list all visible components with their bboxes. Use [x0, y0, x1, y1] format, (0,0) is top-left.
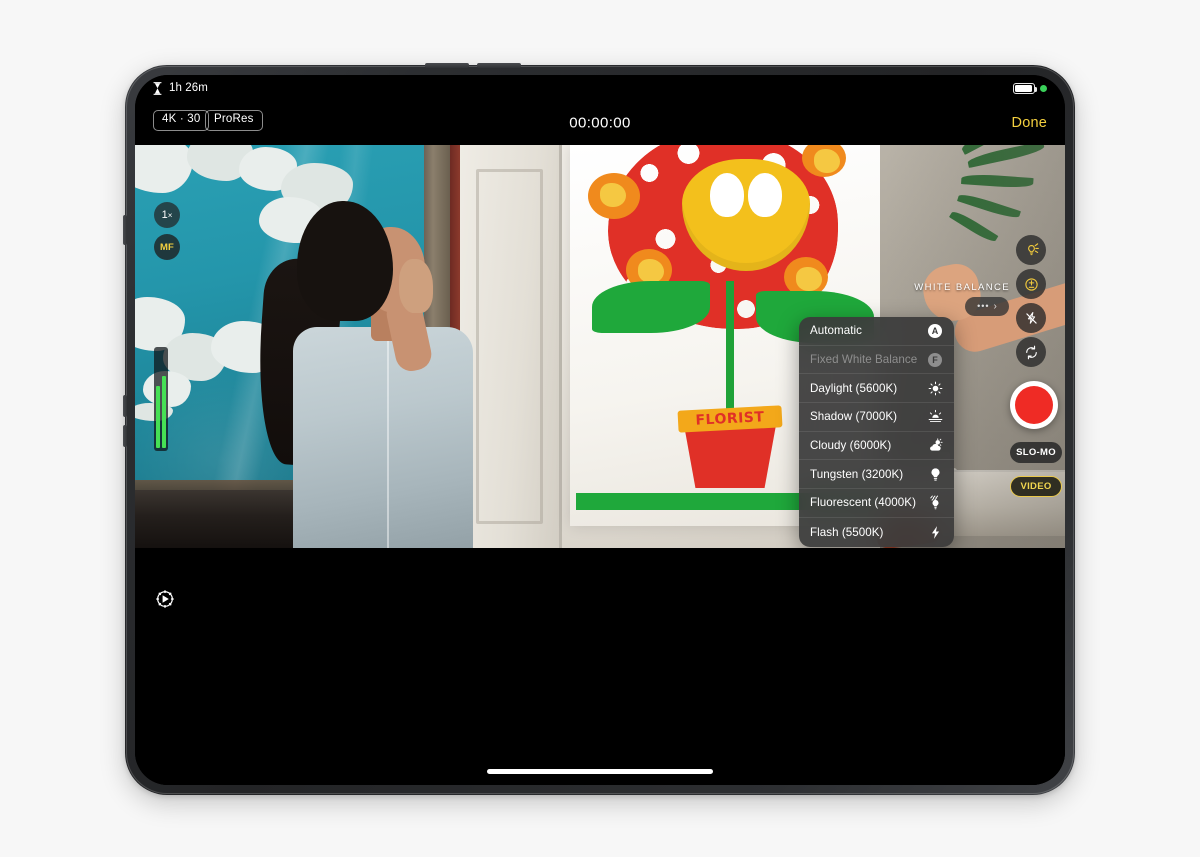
done-button[interactable]: Done — [1012, 115, 1047, 131]
bottom-bar — [135, 548, 1065, 785]
battery-icon — [1013, 82, 1038, 94]
power-button[interactable] — [123, 215, 127, 245]
zoom-suffix: × — [167, 210, 173, 220]
record-button[interactable] — [1010, 381, 1058, 429]
wb-menu-item-label: Cloudy (6000K) — [810, 439, 892, 453]
device-bezel: 1h 26m 4K · 30 ProRes 00:00:00 Done FLOR… — [135, 75, 1065, 785]
white-balance-menu[interactable]: Automatic A Fixed White Balance F Daylig… — [799, 317, 954, 547]
home-indicator[interactable] — [487, 769, 713, 774]
side-port — [123, 395, 127, 417]
side-port-2 — [123, 425, 127, 447]
status-bar-left: 1h 26m — [153, 81, 208, 95]
wb-menu-item-cloudy[interactable]: Cloudy (6000K) — [799, 432, 954, 461]
camera-viewfinder[interactable]: FLORIST 1 × MF WHITE BALANCE ••• › Autom… — [135, 145, 1065, 548]
codec-chip[interactable]: ProRes — [205, 110, 263, 131]
recording-time-remaining: 1h 26m — [169, 82, 208, 94]
wb-menu-item-fixed-white-balance[interactable]: Fixed White Balance F — [799, 346, 954, 375]
status-bar: 1h 26m — [135, 75, 1065, 101]
wb-menu-item-fluorescent[interactable]: Fluorescent (4000K) — [799, 489, 954, 518]
white-balance-expand-button[interactable]: ••• › — [965, 297, 1009, 316]
scene-white-wall: FLORIST — [460, 145, 1065, 548]
mode-slomo-button[interactable]: SLO-MO — [1010, 442, 1062, 463]
wb-menu-item-daylight[interactable]: Daylight (5600K) — [799, 374, 954, 404]
wb-menu-item-label: Tungsten (3200K) — [810, 467, 904, 481]
letter-a-badge-icon: A — [927, 323, 943, 339]
wb-menu-item-label: Fluorescent (4000K) — [810, 496, 916, 510]
audio-level-meter — [154, 347, 168, 451]
bolt-icon — [927, 524, 943, 540]
gear-icon[interactable] — [154, 588, 176, 610]
resolution-chip[interactable]: 4K · 30 — [153, 110, 210, 131]
status-bar-right — [1013, 82, 1047, 94]
lightbulb-icon — [927, 466, 943, 482]
mode-video-button[interactable]: VIDEO — [1010, 476, 1062, 497]
top-bar: 4K · 30 ProRes 00:00:00 Done — [135, 101, 1065, 145]
scene-person-left — [251, 201, 473, 548]
wb-menu-item-automatic[interactable]: Automatic A — [799, 317, 954, 346]
scene-door-panel — [460, 145, 562, 548]
flash-off-icon[interactable] — [1016, 303, 1046, 333]
wb-menu-item-label: Fixed White Balance — [810, 353, 918, 367]
green-dot-icon — [1040, 84, 1047, 92]
ipad-device-frame: 1h 26m 4K · 30 ProRes 00:00:00 Done FLOR… — [123, 63, 1075, 795]
device-screen: 1h 26m 4K · 30 ProRes 00:00:00 Done FLOR… — [135, 75, 1065, 785]
audio-level-bar-right — [162, 376, 166, 448]
volume-down-button[interactable] — [477, 63, 521, 68]
manual-focus-badge[interactable]: MF — [154, 234, 180, 260]
poster-leaf-left — [592, 281, 710, 333]
screenshot-canvas: 1h 26m 4K · 30 ProRes 00:00:00 Done FLOR… — [0, 0, 1200, 857]
hourglass-icon — [153, 81, 162, 95]
chevron-right-icon: › — [993, 300, 997, 312]
white-balance-label: WHITE BALANCE — [914, 282, 1010, 293]
white-balance-icon[interactable] — [1016, 235, 1046, 265]
ellipsis-icon: ••• — [977, 301, 990, 311]
wb-menu-item-label: Daylight (5600K) — [810, 381, 898, 395]
zoom-level-button[interactable]: 1 × — [154, 202, 180, 228]
wb-menu-item-label: Flash (5500K) — [810, 525, 884, 539]
fluorescent-lamp-icon — [927, 495, 943, 511]
wb-menu-item-label: Shadow (7000K) — [810, 410, 898, 424]
wb-menu-item-label: Automatic — [810, 324, 862, 338]
camera-control-rail: SLO-MO VIDEO — [1010, 235, 1062, 497]
wb-menu-item-flash[interactable]: Flash (5500K) — [799, 518, 954, 547]
sun-horizon-icon — [927, 409, 943, 425]
wb-menu-item-tungsten[interactable]: Tungsten (3200K) — [799, 460, 954, 490]
sun-behind-cloud-icon — [927, 438, 943, 454]
volume-up-button[interactable] — [425, 63, 469, 68]
letter-f-badge-icon: F — [927, 352, 943, 368]
audio-level-bar-left — [156, 386, 160, 448]
sun-icon — [927, 380, 943, 396]
camera-flip-icon[interactable] — [1016, 337, 1046, 367]
timecode-display: 00:00:00 — [569, 114, 631, 132]
exposure-icon[interactable] — [1016, 269, 1046, 299]
wb-menu-item-shadow[interactable]: Shadow (7000K) — [799, 403, 954, 432]
